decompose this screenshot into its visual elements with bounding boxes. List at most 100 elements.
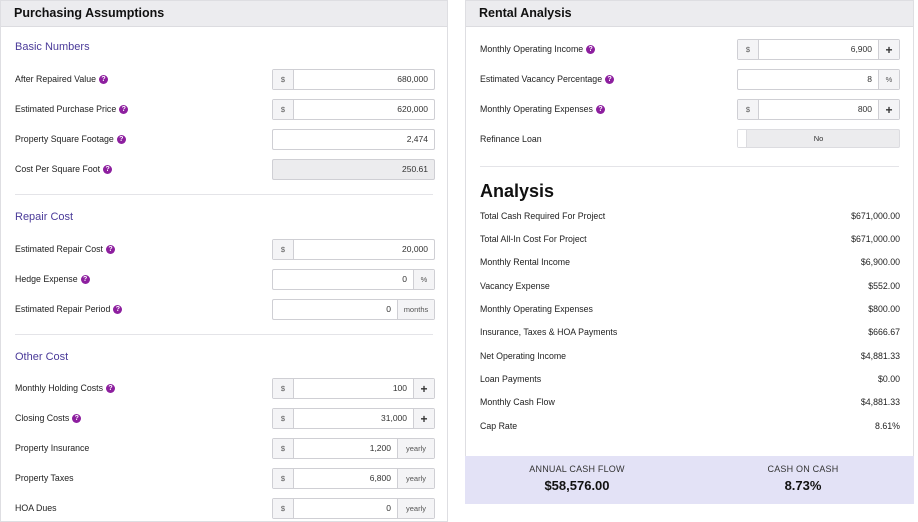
summary-label: CASH ON CASH (767, 464, 839, 474)
closing-costs-input[interactable]: $ 31,000 + (272, 408, 435, 429)
dollar-prefix: $ (273, 469, 294, 488)
repair-period-input[interactable]: 0 months (272, 299, 435, 320)
help-icon[interactable]: ? (106, 245, 116, 254)
help-icon[interactable]: ? (116, 135, 126, 144)
plus-icon[interactable]: + (413, 409, 434, 428)
analysis-title: Analysis (480, 181, 555, 201)
field-value[interactable]: 620,000 (294, 100, 434, 119)
field-value[interactable]: 20,000 (294, 240, 434, 259)
help-icon[interactable]: ? (103, 165, 113, 174)
help-icon[interactable]: ? (113, 305, 123, 314)
yearly-suffix: yearly (397, 439, 434, 458)
analysis-label: Monthly Rental Income (480, 257, 570, 267)
plus-icon[interactable]: + (878, 100, 899, 119)
field-value[interactable]: 2,474 (273, 130, 434, 149)
plus-icon[interactable]: + (878, 40, 899, 59)
holding-costs-input[interactable]: $ 100 + (272, 378, 435, 399)
hoa-dues-row: HOA Dues $ 0 yearly (15, 498, 435, 519)
field-value[interactable]: 8 (738, 70, 878, 89)
help-icon[interactable]: ? (119, 105, 129, 114)
toggle-knob[interactable] (738, 130, 747, 147)
help-icon[interactable]: ? (595, 105, 605, 114)
field-value[interactable]: 0 (273, 270, 413, 289)
hedge-expense-input[interactable]: 0 % (272, 269, 435, 290)
field-value[interactable]: 800 (759, 100, 878, 119)
dollar-prefix: $ (273, 100, 294, 119)
help-icon[interactable]: ? (605, 75, 615, 84)
property-insurance-input[interactable]: $ 1,200 yearly (272, 438, 435, 459)
field-label: Closing Costs? (15, 408, 82, 429)
analysis-row: Net Operating Income $4,881.33 (480, 351, 900, 367)
after-repaired-value-input[interactable]: $ 680,000 (272, 69, 435, 90)
field-label: Estimated Vacancy Percentage? (480, 69, 615, 90)
property-taxes-input[interactable]: $ 6,800 yearly (272, 468, 435, 489)
help-icon[interactable]: ? (106, 384, 116, 393)
field-value[interactable]: 0 (294, 499, 397, 518)
analysis-label: Total All-In Cost For Project (480, 234, 587, 244)
analysis-row: Vacancy Expense $552.00 (480, 281, 900, 297)
field-value[interactable]: 100 (294, 379, 413, 398)
summary-value: $58,576.00 (544, 478, 610, 493)
field-value[interactable]: 6,900 (759, 40, 878, 59)
help-icon[interactable]: ? (99, 75, 109, 84)
property-insurance-row: Property Insurance $ 1,200 yearly (15, 438, 435, 459)
repair-cost-input[interactable]: $ 20,000 (272, 239, 435, 260)
analysis-label: Loan Payments (480, 374, 542, 384)
field-value[interactable]: 6,800 (294, 469, 397, 488)
cash-flow-summary: ANNUAL CASH FLOW $58,576.00 CASH ON CASH… (465, 456, 914, 504)
analysis-label: Total Cash Required For Project (480, 211, 606, 221)
square-footage-input[interactable]: 2,474 (272, 129, 435, 150)
vacancy-percentage-row: Estimated Vacancy Percentage? 8 % (480, 69, 900, 90)
toggle-state-label: No (813, 134, 824, 143)
operating-expenses-row: Monthly Operating Expenses? $ 800 + (480, 99, 900, 120)
hedge-expense-row: Hedge Expense? 0 % (15, 269, 435, 290)
operating-income-row: Monthly Operating Income? $ 6,900 + (480, 39, 900, 60)
dollar-prefix: $ (273, 379, 294, 398)
help-icon[interactable]: ? (80, 275, 90, 284)
section-title-other: Other Cost (15, 351, 69, 363)
field-label: Cost Per Square Foot? (15, 159, 113, 180)
section-title-basic: Basic Numbers (15, 41, 90, 53)
panel-title: Rental Analysis (466, 1, 913, 27)
help-icon[interactable]: ? (586, 45, 596, 54)
analysis-label: Monthly Cash Flow (480, 397, 555, 407)
field-label: HOA Dues (15, 503, 57, 513)
field-value[interactable]: 680,000 (294, 70, 434, 89)
field-label: Property Taxes (15, 473, 74, 483)
field-label: Monthly Holding Costs? (15, 378, 116, 399)
analysis-value: $4,881.33 (860, 351, 900, 361)
field-value[interactable]: 1,200 (294, 439, 397, 458)
dollar-prefix: $ (273, 499, 294, 518)
field-label: Estimated Repair Cost? (15, 239, 116, 260)
operating-expenses-input[interactable]: $ 800 + (737, 99, 900, 120)
hoa-dues-input[interactable]: $ 0 yearly (272, 498, 435, 519)
analysis-row: Loan Payments $0.00 (480, 374, 900, 390)
analysis-row: Total All-In Cost For Project $671,000.0… (480, 234, 900, 250)
vacancy-percentage-input[interactable]: 8 % (737, 69, 900, 90)
field-label: Estimated Repair Period? (15, 299, 123, 320)
dollar-prefix: $ (273, 439, 294, 458)
closing-costs-row: Closing Costs? $ 31,000 + (15, 408, 435, 429)
refinance-toggle[interactable]: No (737, 129, 900, 148)
repair-cost-row: Estimated Repair Cost? $ 20,000 (15, 239, 435, 260)
purchase-price-input[interactable]: $ 620,000 (272, 99, 435, 120)
section-title-repair: Repair Cost (15, 211, 74, 223)
help-icon[interactable]: ? (72, 414, 82, 423)
field-value: 250.61 (402, 164, 428, 174)
field-value[interactable]: 31,000 (294, 409, 413, 428)
analysis-label: Net Operating Income (480, 351, 567, 361)
field-value[interactable]: 0 (273, 300, 397, 319)
analysis-value: 8.61% (875, 421, 900, 431)
analysis-row: Monthly Rental Income $6,900.00 (480, 257, 900, 273)
dollar-prefix: $ (273, 240, 294, 259)
after-repaired-value-row: After Repaired Value? $ 680,000 (15, 69, 435, 90)
plus-icon[interactable]: + (413, 379, 434, 398)
field-label: Monthly Operating Income? (480, 39, 596, 60)
field-label: After Repaired Value? (15, 69, 109, 90)
summary-label: ANNUAL CASH FLOW (529, 464, 625, 474)
repair-period-row: Estimated Repair Period? 0 months (15, 299, 435, 320)
operating-income-input[interactable]: $ 6,900 + (737, 39, 900, 60)
analysis-value: $800.00 (868, 304, 900, 314)
field-label: Property Square Footage? (15, 129, 126, 150)
cost-per-sqft-row: Cost Per Square Foot? 250.61 (15, 159, 435, 180)
